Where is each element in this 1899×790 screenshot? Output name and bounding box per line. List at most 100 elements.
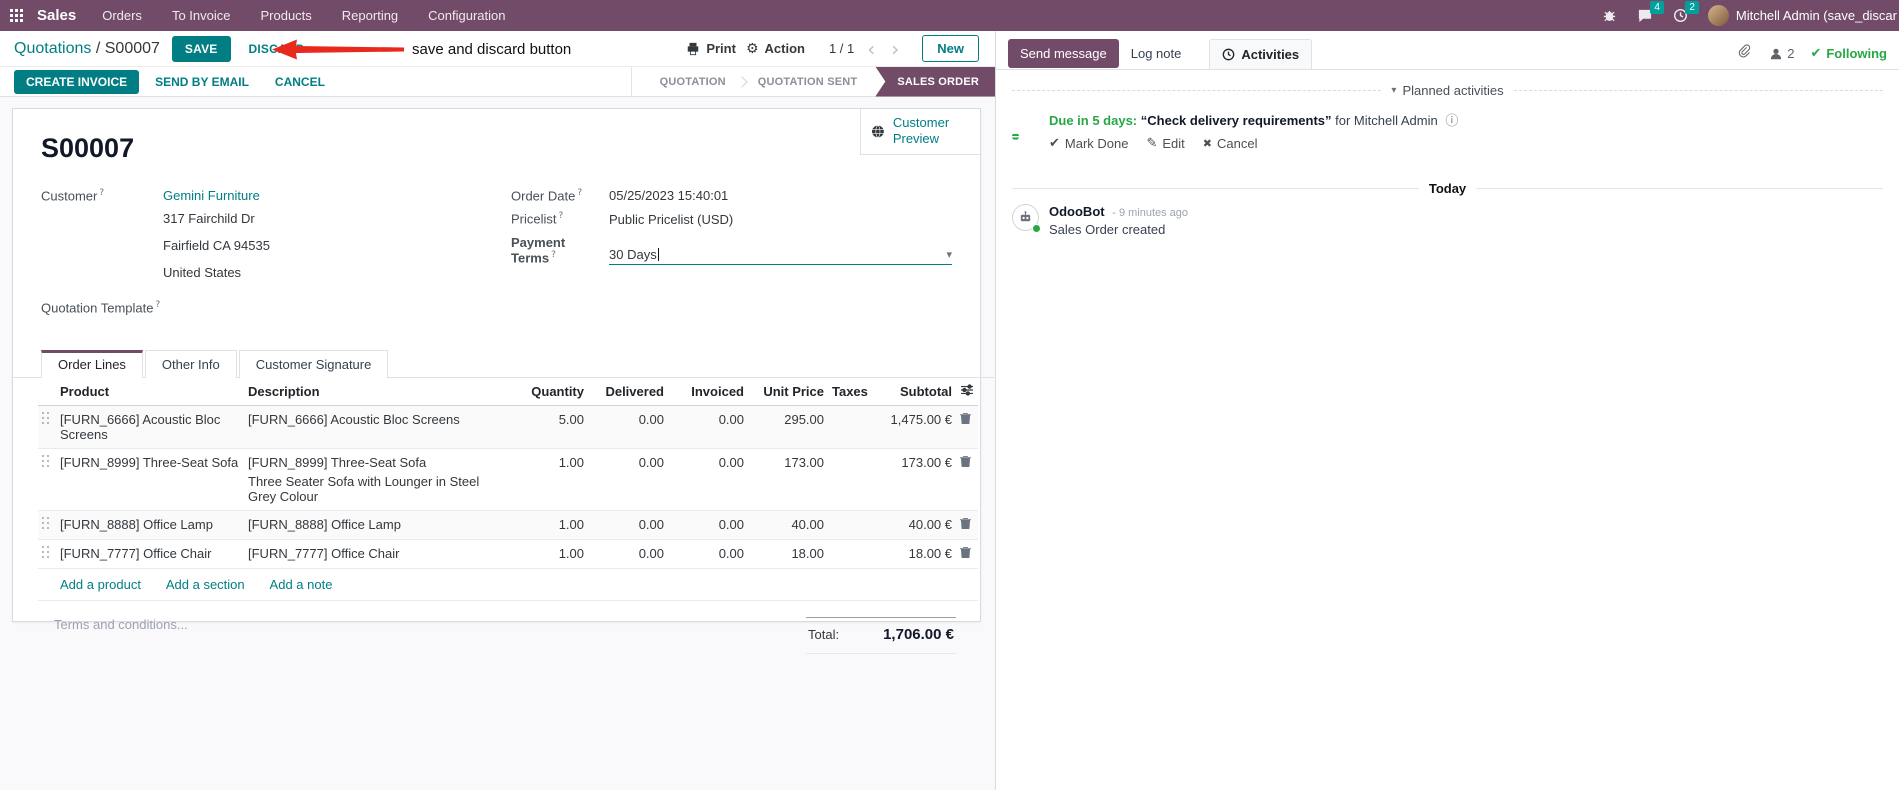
cross-icon: ✖ <box>1202 136 1213 150</box>
help-icon: ? <box>155 300 161 311</box>
col-delivered[interactable]: Delivered <box>588 377 668 406</box>
breadcrumb-quotations[interactable]: Quotations <box>14 40 91 57</box>
drag-handle-icon[interactable] <box>38 405 56 449</box>
table-footer-links: Add a product Add a section Add a note <box>38 568 978 601</box>
planned-activities-toggle[interactable]: ▾ Planned activities <box>1391 83 1503 98</box>
message-item: OdooBot - 9 minutes ago Sales Order crea… <box>996 200 1899 237</box>
breadcrumb: Quotations / S00007 <box>14 40 160 58</box>
drag-handle-icon[interactable] <box>38 510 56 540</box>
customer-value-link[interactable]: Gemini Furniture <box>163 188 260 203</box>
followers-button[interactable]: 2 <box>1769 46 1794 61</box>
drag-handle-icon[interactable] <box>38 539 56 569</box>
delete-line-icon[interactable] <box>960 517 971 530</box>
order-sheet: Customer Preview S00007 Customer? Gemini… <box>12 108 994 654</box>
pager-previous-icon[interactable]: ‹ <box>864 39 878 59</box>
help-icon: ? <box>551 249 556 260</box>
annotation-text: save and discard button <box>412 41 572 58</box>
cancel-activity-button[interactable]: ✖ Cancel <box>1203 136 1258 151</box>
check-icon: ✔ <box>1049 135 1060 151</box>
total-value: 1,706.00 € <box>883 625 954 643</box>
activity-due: Due in 5 days: <box>1049 113 1138 128</box>
menu-orders[interactable]: Orders <box>102 8 142 23</box>
state-quotation[interactable]: QUOTATION <box>648 76 738 88</box>
state-quotation-sent[interactable]: QUOTATION SENT <box>746 76 870 88</box>
send-by-email-button[interactable]: SEND BY EMAIL <box>145 70 259 94</box>
following-button[interactable]: ✔ Following <box>1810 46 1887 61</box>
breadcrumb-current: S00007 <box>104 39 160 57</box>
address-line-1: 317 Fairchild Dr <box>163 211 255 227</box>
help-icon: ? <box>577 188 583 198</box>
col-subtotal[interactable]: Subtotal <box>886 377 956 406</box>
menu-to-invoice[interactable]: To Invoice <box>172 8 231 23</box>
totals-box: Total: 1,706.00 € <box>806 616 956 654</box>
table-row[interactable]: [FURN_7777] Office Chair [FURN_7777] Off… <box>38 539 978 569</box>
activities-tab-button[interactable]: Activities <box>1209 39 1313 70</box>
edit-activity-button[interactable]: ✎ Edit <box>1146 136 1184 151</box>
order-date-value[interactable]: 05/25/2023 15:40:01 <box>609 188 728 203</box>
col-taxes[interactable]: Taxes <box>828 377 886 406</box>
col-description[interactable]: Description <box>244 377 510 406</box>
add-note-link[interactable]: Add a note <box>270 577 333 592</box>
status-row: CREATE INVOICE SEND BY EMAIL CANCEL QUOT… <box>0 66 995 97</box>
mark-done-button[interactable]: ✔ Mark Done <box>1049 136 1128 151</box>
column-settings-icon[interactable] <box>961 384 973 396</box>
add-section-link[interactable]: Add a section <box>166 577 245 592</box>
terms-placeholder[interactable]: Terms and conditions... <box>54 617 188 632</box>
menu-configuration[interactable]: Configuration <box>428 8 505 23</box>
log-note-button[interactable]: Log note <box>1119 39 1194 68</box>
table-row[interactable]: [FURN_6666] Acoustic Bloc Screens [FURN_… <box>38 405 978 449</box>
debug-bug-icon[interactable] <box>1602 8 1617 23</box>
add-product-link[interactable]: Add a product <box>60 577 141 592</box>
tab-customer-signature[interactable]: Customer Signature <box>238 349 389 378</box>
activity-item: Due in 5 days: “Check delivery requireme… <box>996 102 1899 151</box>
activities-clock-icon[interactable]: 2 <box>1673 1 1699 23</box>
statusbar: QUOTATION QUOTATION SENT SALES ORDER <box>630 66 995 97</box>
apps-grid-icon[interactable] <box>10 9 23 22</box>
tab-order-lines[interactable]: Order Lines <box>41 349 143 378</box>
create-invoice-button[interactable]: CREATE INVOICE <box>14 69 140 94</box>
customer-label: Customer? <box>41 188 105 204</box>
drag-handle-icon[interactable] <box>38 448 56 511</box>
discard-button[interactable]: DISCARD <box>239 36 315 62</box>
activity-title: “Check delivery requirements” <box>1140 113 1332 128</box>
text-cursor <box>657 247 659 261</box>
payment-terms-input[interactable]: 30 Days ▾ <box>609 247 952 265</box>
message-author[interactable]: OdooBot <box>1049 204 1105 219</box>
action-button[interactable]: ⚙ Action <box>746 41 805 56</box>
chatter-panel: Send message Log note Activities 2 ✔ Fol… <box>995 31 1899 790</box>
today-label: Today <box>1428 180 1467 196</box>
send-message-button[interactable]: Send message <box>1008 39 1119 68</box>
new-button[interactable]: New <box>922 35 979 62</box>
activity-type-icon <box>1008 129 1022 143</box>
customer-preview-button[interactable]: Customer Preview <box>860 109 980 155</box>
user-menu[interactable]: Mitchell Admin (save_discar <box>1707 5 1897 26</box>
odoobot-avatar <box>1012 203 1041 233</box>
today-divider: Today <box>1012 180 1884 196</box>
attachment-paperclip-icon[interactable] <box>1738 44 1753 63</box>
col-quantity[interactable]: Quantity <box>510 377 588 406</box>
menu-products[interactable]: Products <box>260 8 311 23</box>
cancel-button[interactable]: CANCEL <box>265 70 335 94</box>
print-button[interactable]: Print <box>686 41 736 56</box>
caret-down-icon: ▾ <box>1391 85 1397 96</box>
table-row[interactable]: [FURN_8888] Office Lamp [FURN_8888] Offi… <box>38 510 978 540</box>
total-label: Total: <box>808 626 840 642</box>
table-row[interactable]: [FURN_8999] Three-Seat Sofa [FURN_8999] … <box>38 448 978 511</box>
menu-reporting[interactable]: Reporting <box>342 8 398 23</box>
pager-next-icon[interactable]: › <box>888 39 902 59</box>
pricelist-value[interactable]: Public Pricelist (USD) <box>609 212 733 227</box>
state-sales-order[interactable]: SALES ORDER <box>875 66 995 97</box>
delete-line-icon[interactable] <box>960 455 971 468</box>
col-product[interactable]: Product <box>56 377 244 406</box>
app-name[interactable]: Sales <box>37 7 76 24</box>
tab-other-info[interactable]: Other Info <box>144 349 237 378</box>
delete-line-icon[interactable] <box>960 412 971 425</box>
info-icon[interactable]: ⓘ <box>1445 114 1458 129</box>
col-unit-price[interactable]: Unit Price <box>748 377 828 406</box>
delete-line-icon[interactable] <box>960 546 971 559</box>
save-button[interactable]: SAVE <box>171 35 231 62</box>
messages-icon[interactable]: 4 <box>1637 1 1664 23</box>
planned-activities-divider: ▾ Planned activities <box>1012 83 1884 98</box>
col-invoiced[interactable]: Invoiced <box>668 377 748 406</box>
dropdown-caret-icon[interactable]: ▾ <box>946 248 952 261</box>
